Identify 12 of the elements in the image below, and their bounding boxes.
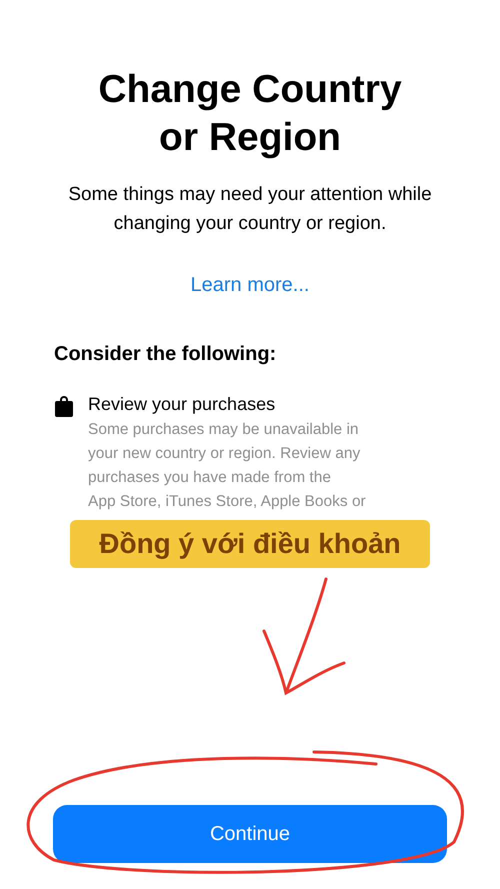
continue-button[interactable]: Continue [53, 805, 447, 863]
item-description-line: purchases you have made from the [88, 468, 332, 488]
shopping-bag-icon [54, 396, 74, 418]
item-title: Review your purchases [88, 393, 276, 416]
item-description-line: your new country or region. Review any [88, 444, 362, 464]
annotation-label: Đồng ý với điều khoản [70, 520, 430, 568]
item-description-line: App Store, iTunes Store, Apple Books or [88, 492, 366, 512]
section-heading: Consider the following: [54, 342, 278, 367]
item-description-line: Some purchases may be unavailable in [88, 420, 360, 440]
learn-more-link[interactable]: Learn more... [190, 271, 310, 300]
subtitle: Some things may need your attention while changing your country or region. [67, 183, 433, 236]
page-title: Change Country or Region [97, 67, 403, 161]
